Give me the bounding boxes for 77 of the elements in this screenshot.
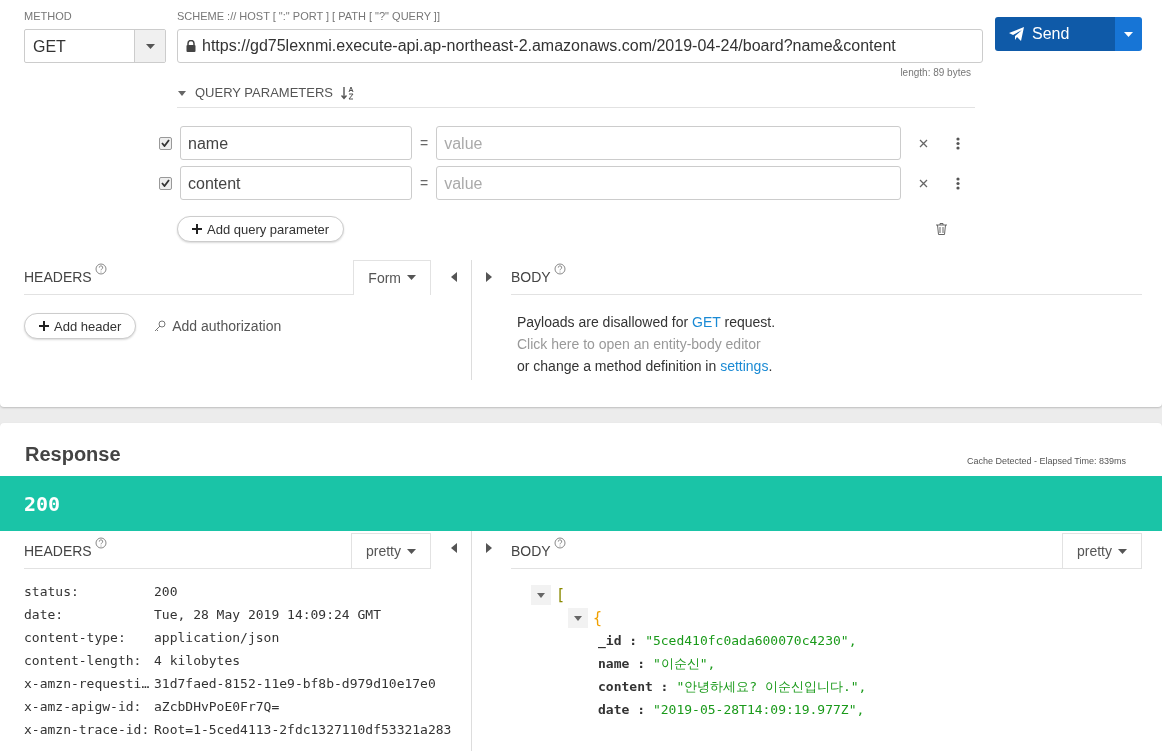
query-parameters-title[interactable]: QUERY PARAMETERS bbox=[195, 85, 333, 100]
url-label: SCHEME :// HOST [ ":" PORT ] [ PATH [ "?" QUERY ]] bbox=[177, 10, 441, 22]
json-value: "5ced410fc0ada600070c4230", bbox=[645, 633, 857, 648]
header-value: Root=1-5ced4113-2fdc1327110df53321a283 bbox=[154, 722, 452, 737]
status-code: 200 bbox=[24, 491, 61, 516]
plus-icon bbox=[192, 224, 202, 234]
method-definition-text: or change a method definition in settings. bbox=[517, 357, 774, 376]
header-value: application/json bbox=[154, 630, 280, 645]
key-icon bbox=[154, 320, 167, 332]
method-label: METHOD bbox=[24, 10, 73, 22]
header-value: aZcbDHvPoE0Fr7Q= bbox=[154, 699, 280, 714]
method-link[interactable]: GET bbox=[692, 314, 721, 330]
header-name: status: bbox=[24, 584, 80, 599]
json-key: content : bbox=[598, 679, 669, 694]
body-title: BODY bbox=[511, 269, 551, 285]
body-title: BODY bbox=[511, 542, 551, 559]
json-key: _id : bbox=[598, 633, 638, 648]
trash-icon[interactable] bbox=[936, 223, 947, 235]
param-name-field[interactable]: name bbox=[180, 126, 412, 160]
collapse-left-icon[interactable] bbox=[450, 272, 457, 282]
header-value: Tue, 28 May 2019 14:09:24 GMT bbox=[154, 607, 381, 622]
send-button[interactable]: Send bbox=[995, 17, 1115, 51]
json-bracket: { bbox=[593, 608, 603, 627]
header-name: content-length: bbox=[24, 653, 143, 668]
expand-right-icon[interactable] bbox=[485, 272, 492, 282]
paper-plane-icon bbox=[1009, 27, 1024, 41]
header-value: 200 bbox=[154, 584, 178, 599]
expand-right-icon[interactable] bbox=[485, 543, 492, 553]
lock-icon bbox=[186, 40, 196, 52]
collapse-toggle[interactable] bbox=[531, 584, 551, 605]
url-text: https://gd75lexnmi.execute-api.ap-northeast-2.amazonaws.com/2019-04-24/board?name&content bbox=[202, 37, 896, 55]
header-name: x-amz-apigw-id: bbox=[24, 699, 143, 714]
close-icon[interactable] bbox=[919, 178, 929, 188]
format-dropdown[interactable]: pretty bbox=[1062, 533, 1142, 568]
length-text: length: 89 bytes bbox=[900, 67, 971, 78]
url-field[interactable]: https://gd75lexnmi.execute-api.ap-northeast-2.amazonaws.com/2019-04-24/board?name&content bbox=[177, 29, 983, 63]
header-name: content-type: bbox=[24, 630, 127, 645]
json-value: "2019-05-28T14:09:19.977Z", bbox=[652, 702, 865, 717]
checkbox[interactable] bbox=[159, 176, 172, 190]
headers-title: HEADERS bbox=[24, 542, 92, 559]
caret-icon bbox=[407, 548, 416, 554]
caret-icon bbox=[407, 275, 416, 280]
method-dropdown[interactable]: GET bbox=[24, 29, 166, 63]
caret-icon bbox=[145, 43, 155, 49]
more-icon[interactable] bbox=[956, 176, 961, 190]
collapse-toggle[interactable] bbox=[568, 607, 588, 628]
response-title: Response bbox=[25, 443, 121, 466]
elapsed-time-text: Cache Detected - Elapsed Time: 839ms bbox=[966, 456, 1126, 466]
param-name-field[interactable]: content bbox=[180, 166, 412, 200]
sort-icon[interactable] bbox=[341, 85, 355, 100]
header-name: x-amzn-trace-id: bbox=[24, 722, 151, 737]
header-name: date: bbox=[24, 607, 65, 622]
equals-sign: = bbox=[420, 135, 429, 151]
header-value: 4 kilobytes bbox=[154, 653, 241, 668]
send-options-button[interactable] bbox=[1115, 17, 1142, 51]
headers-title: HEADERS bbox=[24, 269, 92, 285]
close-icon[interactable] bbox=[919, 138, 929, 148]
form-dropdown[interactable]: Form bbox=[353, 259, 431, 295]
add-authorization-link[interactable]: Add authorization bbox=[172, 318, 282, 334]
json-key: name : bbox=[598, 656, 645, 671]
add-header-button[interactable]: Add header bbox=[24, 313, 137, 339]
collapse-left-icon[interactable] bbox=[450, 543, 457, 553]
json-value: "이순신", bbox=[652, 654, 716, 673]
json-value: "안녕하세요? 이순신입니다.", bbox=[676, 677, 867, 696]
json-bracket: [ bbox=[556, 585, 566, 604]
header-name: x-amzn-requesti… bbox=[24, 676, 151, 691]
caret-icon bbox=[1124, 31, 1133, 37]
plus-icon bbox=[39, 321, 49, 331]
caret-icon bbox=[1118, 548, 1127, 554]
more-icon[interactable] bbox=[956, 136, 961, 150]
add-query-parameter-button[interactable]: Add query parameter bbox=[177, 216, 345, 242]
checkbox[interactable] bbox=[159, 136, 172, 150]
json-key: date : bbox=[598, 702, 645, 717]
format-dropdown[interactable]: pretty bbox=[351, 533, 431, 568]
header-value: 31d7faed-8152-11e9-bf8b-d979d10e17e0 bbox=[154, 676, 436, 691]
equals-sign: = bbox=[420, 175, 429, 191]
body-message: Payloads are disallowed for GET request. bbox=[517, 313, 777, 332]
